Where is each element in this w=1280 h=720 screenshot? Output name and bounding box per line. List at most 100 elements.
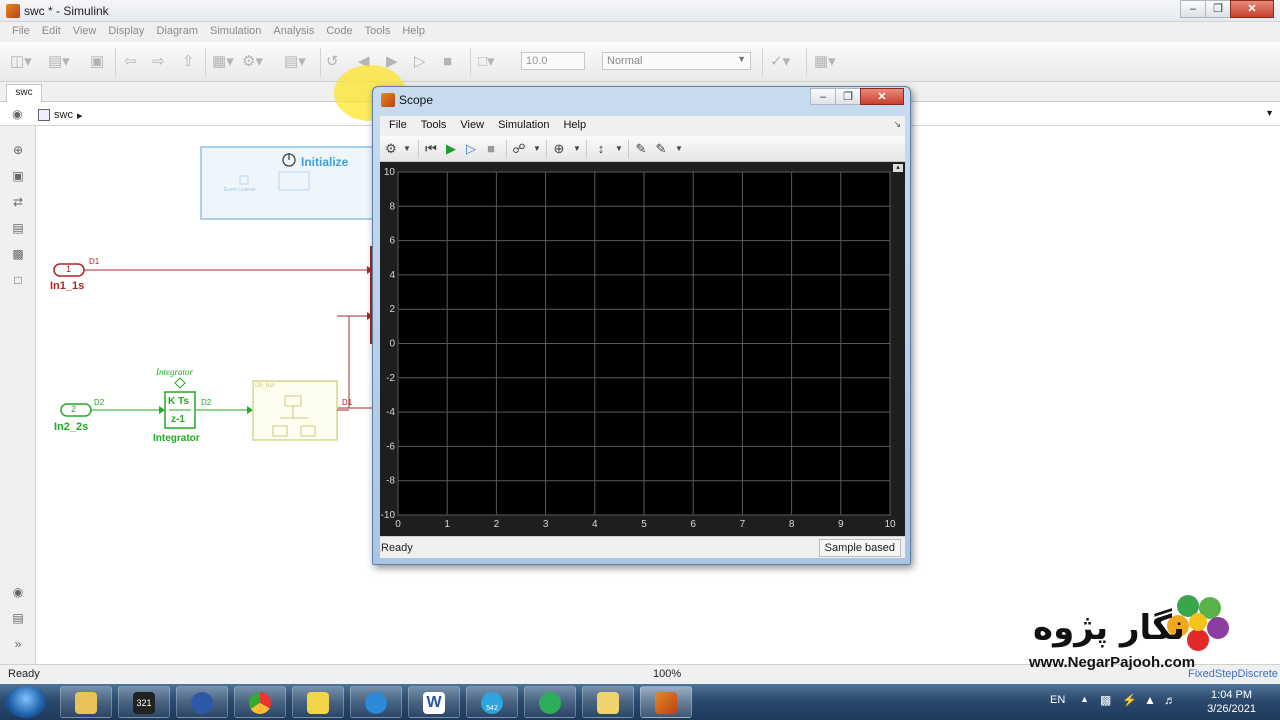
menu-help[interactable]: Help: [396, 22, 431, 42]
menu-diagram[interactable]: Diagram: [150, 22, 204, 42]
taskbar-media-player[interactable]: 321: [118, 686, 170, 718]
scope-menu-tools[interactable]: Tools: [414, 116, 454, 136]
build-model-icon[interactable]: ▦▾: [814, 52, 836, 72]
menu-file[interactable]: File: [6, 22, 36, 42]
model-settings-gear-icon[interactable]: ⚙▾: [242, 52, 263, 72]
zoom-icon[interactable]: ⊕: [10, 142, 26, 158]
menu-simulation[interactable]: Simulation: [204, 22, 267, 42]
scope-minimize-button[interactable]: –: [810, 88, 836, 105]
step-back-config-icon[interactable]: ↺: [326, 52, 339, 72]
start-button[interactable]: [6, 686, 46, 718]
taskbar-labview[interactable]: [292, 686, 344, 718]
maximize-button[interactable]: ❐: [1205, 0, 1231, 18]
stop-icon[interactable]: ■: [443, 52, 452, 72]
open-folder-icon[interactable]: ▤▾: [48, 52, 70, 72]
annotation-icon[interactable]: ▤: [10, 220, 26, 236]
minimize-button[interactable]: –: [1180, 0, 1206, 18]
simulation-mode-select[interactable]: Normal ▼: [602, 52, 751, 70]
chevron-down-icon[interactable]: ▼: [398, 140, 416, 158]
taskbar-ie[interactable]: [350, 686, 402, 718]
menu-view[interactable]: View: [67, 22, 103, 42]
stop-icon[interactable]: ■: [482, 140, 500, 158]
signal-icon[interactable]: ▲: [1144, 693, 1156, 707]
up-arrow-icon[interactable]: ⇧: [182, 52, 195, 72]
scope-window[interactable]: Scope – ❐ ✕ File Tools View Simulation H…: [372, 86, 911, 565]
menu-arrow-icon[interactable]: ↘: [893, 119, 901, 130]
step-forward-icon[interactable]: ▷: [462, 140, 480, 158]
clock[interactable]: 1:04 PM 3/26/2021: [1207, 688, 1256, 716]
taskbar-app[interactable]: [176, 686, 228, 718]
language-indicator[interactable]: EN: [1050, 694, 1065, 706]
scope-maximize-button[interactable]: ❐: [835, 88, 861, 105]
step-forward-icon[interactable]: ▷: [414, 52, 426, 72]
chevron-down-icon[interactable]: ▼: [610, 140, 628, 158]
chevron-down-icon[interactable]: ▼: [670, 140, 688, 158]
hide-browser-icon[interactable]: ◉: [12, 107, 22, 121]
tab-swc[interactable]: swc: [6, 84, 42, 102]
scope-menu-simulation[interactable]: Simulation: [491, 116, 556, 136]
model-advisor-icon[interactable]: ✓▾: [770, 52, 790, 72]
chevron-down-icon[interactable]: ▼: [1265, 108, 1274, 118]
scope-plot-area[interactable]: 0 1 2 3 4 5 6 7 8 9 10 10 8 6 4 2 0 -2 -4 -6 -8 -10 ▴: [380, 162, 905, 536]
menu-code[interactable]: Code: [320, 22, 358, 42]
taskbar-word[interactable]: W: [408, 686, 460, 718]
close-button[interactable]: ✕: [1230, 0, 1274, 18]
library-browser-icon[interactable]: ▦▾: [212, 52, 234, 72]
watermark-text: نگار پژوه: [1033, 608, 1185, 648]
vpn-icon: [539, 692, 561, 714]
y-tick-label: 0: [389, 339, 395, 350]
menu-display[interactable]: Display: [102, 22, 150, 42]
status-ready: Ready: [8, 668, 40, 680]
db-but-subsystem: [252, 380, 338, 441]
chevron-down-icon[interactable]: ▼: [568, 140, 586, 158]
chevron-down-icon: ▼: [737, 54, 746, 64]
scope-menu-view[interactable]: View: [453, 116, 491, 136]
expand-palette-icon[interactable]: »: [10, 636, 26, 652]
back-arrow-icon[interactable]: ⇦: [124, 52, 137, 72]
style-icon[interactable]: ✎: [652, 140, 670, 158]
taskbar-telegram[interactable]: 542: [466, 686, 518, 718]
signal-selector-icon[interactable]: ✎: [632, 140, 650, 158]
menu-edit[interactable]: Edit: [36, 22, 67, 42]
run-icon[interactable]: ▶: [442, 140, 460, 158]
menu-tools[interactable]: Tools: [359, 22, 397, 42]
y-tick-label: -10: [381, 510, 396, 521]
record-signal-icon[interactable]: □▾: [478, 52, 495, 72]
new-model-icon[interactable]: ◫▾: [10, 52, 32, 72]
camera-icon[interactable]: ◉: [10, 584, 26, 600]
zoom-in-icon[interactable]: ⊕: [550, 140, 568, 158]
scope-close-button[interactable]: ✕: [860, 88, 904, 105]
taskbar-folder[interactable]: [582, 686, 634, 718]
folder-icon: [75, 692, 97, 714]
taskbar-vpn[interactable]: [524, 686, 576, 718]
scope-menu-file[interactable]: File: [382, 116, 414, 136]
scope-menu-help[interactable]: Help: [556, 116, 593, 136]
solver-status[interactable]: FixedStepDiscrete: [1188, 668, 1278, 680]
step-back-icon[interactable]: ⏮: [422, 140, 440, 158]
network-icon[interactable]: ▩: [1100, 693, 1111, 707]
fit-view-icon[interactable]: ▣: [10, 168, 26, 184]
forward-arrow-icon[interactable]: ⇨: [152, 52, 165, 72]
breadcrumb-model[interactable]: swc: [54, 109, 73, 121]
breadcrumb-arrow-icon[interactable]: ▸: [77, 109, 83, 122]
taskbar-matlab[interactable]: [640, 686, 692, 718]
taskbar-explorer[interactable]: [60, 686, 112, 718]
area-icon[interactable]: □: [10, 272, 26, 288]
taskbar-chrome[interactable]: [234, 686, 286, 718]
undock-icon[interactable]: ▴: [893, 164, 903, 172]
stop-time-field[interactable]: 10.0: [521, 52, 585, 70]
power-icon[interactable]: ⚡: [1122, 693, 1137, 707]
volume-icon[interactable]: ♬: [1164, 693, 1176, 707]
menu-analysis[interactable]: Analysis: [267, 22, 320, 42]
save-icon[interactable]: ▣: [90, 52, 104, 72]
scope-title: Scope: [399, 93, 434, 107]
initialize-label: Initialize: [301, 155, 349, 169]
report-icon[interactable]: ▤: [10, 610, 26, 626]
highlight-icon[interactable]: ☍: [510, 140, 528, 158]
model-explorer-icon[interactable]: ▤▾: [284, 52, 306, 72]
scale-axes-icon[interactable]: ↕: [592, 140, 610, 158]
tray-expand-icon[interactable]: ▲: [1080, 694, 1089, 704]
arrow-connect-icon[interactable]: ⇄: [10, 194, 26, 210]
image-icon[interactable]: ▩: [10, 246, 26, 262]
chevron-down-icon[interactable]: ▼: [528, 140, 546, 158]
